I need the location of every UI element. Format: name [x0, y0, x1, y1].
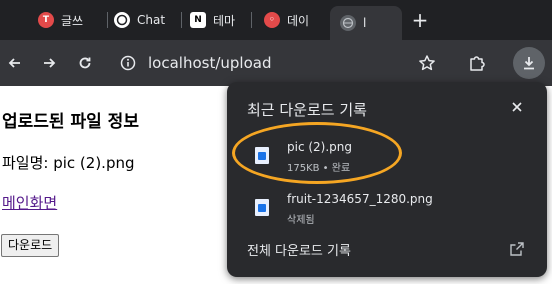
forward-button[interactable]	[36, 50, 62, 76]
back-arrow-icon	[8, 58, 20, 68]
close-button[interactable]	[507, 97, 527, 117]
tab-separator	[181, 12, 182, 28]
full-history-link[interactable]: 전체 다운로드 기록	[227, 238, 547, 262]
globe-icon	[340, 15, 356, 31]
toolbar: localhost/upload	[0, 40, 552, 86]
downloads-button[interactable]	[513, 47, 545, 79]
download-item-name: pic (2).png	[287, 140, 353, 154]
site-info-icon[interactable]	[120, 55, 136, 75]
tab-label: Chat	[137, 13, 166, 27]
tab-separator	[107, 12, 108, 28]
image-file-icon	[255, 147, 269, 164]
t-logo-icon: T	[38, 12, 54, 28]
extensions-button[interactable]	[464, 50, 490, 76]
download-item-status: 175KB • 완료	[287, 163, 351, 174]
download-item[interactable]: fruit-1234657_1280.png 삭제됨	[227, 192, 547, 236]
tab-active[interactable]: l	[330, 6, 402, 40]
full-history-label: 전체 다운로드 기록	[247, 244, 351, 259]
filename-text: 파일명: pic (2).png	[2, 154, 135, 172]
new-tab-button[interactable]: +	[408, 8, 432, 32]
notion-icon: N	[190, 12, 206, 28]
tab-2[interactable]: N 테마	[190, 6, 252, 34]
url-text: localhost/upload	[148, 54, 272, 72]
tab-1[interactable]: Chat	[114, 6, 182, 34]
back-button[interactable]	[2, 50, 28, 76]
download-button[interactable]: 다운로드	[1, 234, 60, 257]
red-logo-icon: ◦	[264, 12, 280, 28]
star-icon	[419, 55, 435, 71]
downloads-bubble: 최근 다운로드 기록 pic (2).png 175KB • 완료 fruit-…	[227, 82, 547, 277]
tab-0[interactable]: T 글쓰	[38, 6, 108, 34]
open-external-icon	[509, 241, 525, 257]
forward-arrow-icon	[44, 58, 56, 68]
download-item-name: fruit-1234657_1280.png	[287, 192, 433, 206]
main-page-link[interactable]: 메인화면	[2, 192, 57, 213]
page-heading: 업로드된 파일 정보	[2, 112, 139, 132]
tab-label: l	[363, 16, 367, 30]
tab-label: 데이	[287, 13, 310, 28]
tab-3[interactable]: ◦ 데이	[264, 6, 326, 34]
tab-separator	[251, 12, 252, 28]
chatgpt-icon	[114, 12, 130, 28]
reload-icon	[79, 57, 91, 69]
download-item-status: 삭제됨	[287, 215, 315, 226]
puzzle-icon	[470, 56, 485, 71]
bookmark-star-button[interactable]	[414, 50, 440, 76]
image-file-icon	[255, 199, 269, 216]
tab-label: 글쓰	[61, 13, 84, 28]
address-bar[interactable]: localhost/upload	[110, 46, 452, 80]
download-icon	[524, 57, 534, 70]
tab-label: 테마	[213, 13, 236, 28]
close-icon	[512, 102, 522, 112]
download-item[interactable]: pic (2).png 175KB • 완료	[227, 140, 547, 184]
tab-strip: T 글쓰 Chat N 테마 ◦ 데이 l +	[0, 0, 552, 40]
reload-button[interactable]	[72, 50, 98, 76]
downloads-title: 최근 다운로드 기록	[247, 101, 367, 119]
